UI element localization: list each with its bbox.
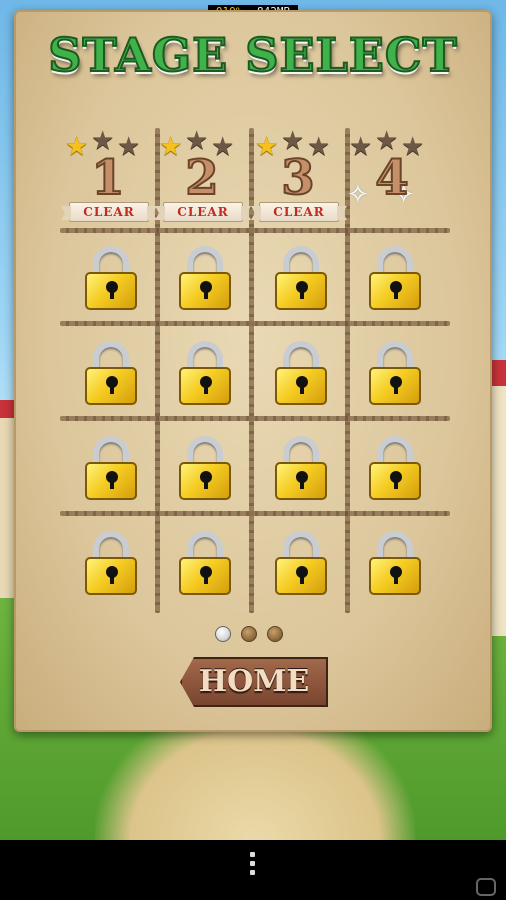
lock-body — [369, 272, 421, 310]
keyhole-icon — [106, 471, 118, 489]
lock-body — [369, 462, 421, 500]
padlock-icon[interactable] — [369, 341, 421, 405]
padlock-icon[interactable] — [85, 436, 137, 500]
page-dot[interactable] — [267, 626, 283, 642]
stage-number: 3 — [280, 149, 315, 207]
padlock-icon[interactable] — [275, 436, 327, 500]
lock-body — [179, 462, 231, 500]
stage-number: 1 — [90, 149, 125, 207]
grid-divider-horizontal — [60, 511, 450, 516]
grid-divider-horizontal — [60, 228, 450, 233]
clear-ribbon: CLEAR — [259, 202, 339, 222]
padlock-icon[interactable] — [179, 246, 231, 310]
keyhole-icon — [200, 566, 212, 584]
padlock-icon[interactable] — [369, 246, 421, 310]
keyhole-icon — [390, 471, 402, 489]
padlock-icon[interactable] — [85, 341, 137, 405]
keyhole-icon — [106, 566, 118, 584]
keyhole-icon — [296, 566, 308, 584]
clear-ribbon: CLEAR — [163, 202, 243, 222]
lock-body — [85, 272, 137, 310]
lock-body — [275, 272, 327, 310]
padlock-icon[interactable] — [85, 246, 137, 310]
stage-card-1[interactable]: ★ ★ ★ 1 CLEAR — [61, 128, 155, 222]
page-indicator — [215, 626, 293, 642]
padlock-icon[interactable] — [369, 436, 421, 500]
lock-body — [369, 557, 421, 595]
keyhole-icon — [390, 281, 402, 299]
lock-body — [85, 462, 137, 500]
lock-body — [179, 367, 231, 405]
stage-number: 4 — [374, 149, 409, 207]
lock-body — [179, 272, 231, 310]
padlock-icon[interactable] — [369, 531, 421, 595]
lock-body — [85, 367, 137, 405]
page-dot[interactable] — [215, 626, 231, 642]
lock-body — [179, 557, 231, 595]
lock-body — [85, 557, 137, 595]
lock-body — [275, 367, 327, 405]
keyhole-icon — [106, 281, 118, 299]
keyhole-icon — [296, 281, 308, 299]
home-button[interactable]: HOME — [180, 657, 328, 707]
padlock-icon[interactable] — [179, 341, 231, 405]
watermark-logo-icon — [476, 878, 496, 896]
padlock-icon[interactable] — [179, 436, 231, 500]
padlock-icon[interactable] — [275, 246, 327, 310]
padlock-icon[interactable] — [85, 531, 137, 595]
keyhole-icon — [200, 471, 212, 489]
lock-body — [275, 557, 327, 595]
padlock-icon[interactable] — [275, 531, 327, 595]
keyhole-icon — [200, 376, 212, 394]
stage-card-2[interactable]: ★ ★ ★ 2 CLEAR — [155, 128, 249, 222]
lock-body — [369, 367, 421, 405]
overflow-menu-icon[interactable] — [249, 852, 257, 879]
page-title: STAGE SELECT — [47, 27, 458, 83]
padlock-icon[interactable] — [179, 531, 231, 595]
keyhole-icon — [200, 281, 212, 299]
grid-divider-horizontal — [60, 321, 450, 326]
lock-body — [275, 462, 327, 500]
padlock-icon[interactable] — [275, 341, 327, 405]
grid-divider-horizontal — [60, 416, 450, 421]
page-dot[interactable] — [241, 626, 257, 642]
stage-number: 2 — [184, 149, 219, 207]
stage-card-3[interactable]: ★ ★ ★ 3 CLEAR — [251, 128, 345, 222]
clear-ribbon: CLEAR — [69, 202, 149, 222]
keyhole-icon — [390, 566, 402, 584]
keyhole-icon — [296, 471, 308, 489]
stage-card-4[interactable]: ★ ★ ★ ✧✧ 4 — [345, 128, 439, 222]
keyhole-icon — [296, 376, 308, 394]
keyhole-icon — [106, 376, 118, 394]
keyhole-icon — [390, 376, 402, 394]
